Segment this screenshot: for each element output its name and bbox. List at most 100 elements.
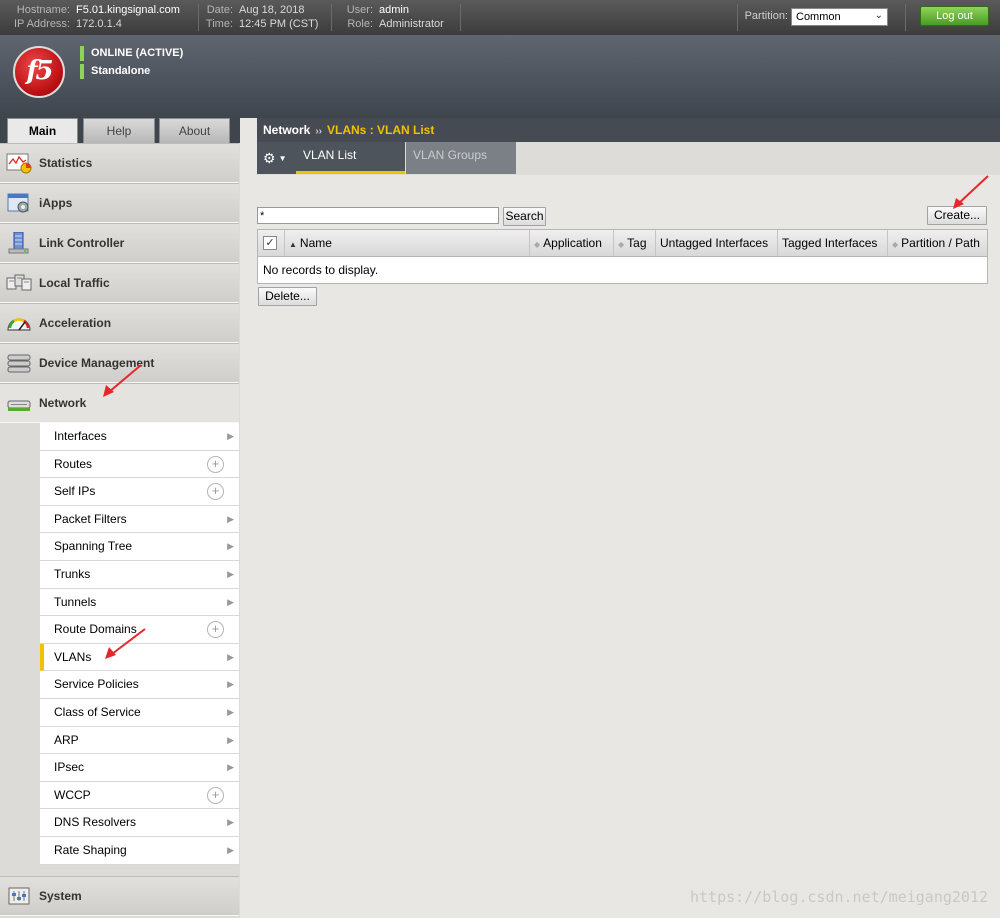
submenu-item-label: Tunnels xyxy=(54,594,97,609)
submenu-item-routes[interactable]: Routes + xyxy=(40,450,239,479)
status-mode: Standalone xyxy=(80,64,150,79)
local-traffic-icon xyxy=(6,274,32,291)
submenu-item-spanning-tree[interactable]: Spanning Tree ▶ xyxy=(40,533,239,561)
submenu-item-arp[interactable]: ARP ▶ xyxy=(40,726,239,755)
breadcrumb-current: VLANs : VLAN List xyxy=(327,123,435,137)
annotation-arrow xyxy=(953,175,989,209)
divider xyxy=(331,4,332,31)
sort-ascending-icon: ▲ xyxy=(289,240,297,249)
submenu-item-ipsec[interactable]: IPsec ▶ xyxy=(40,754,239,782)
hostname-value: F5.01.kingsignal.com xyxy=(76,4,180,16)
submenu-item-self-ips[interactable]: Self IPs + xyxy=(40,478,239,506)
sidebar-item-label: Local Traffic xyxy=(39,276,110,290)
time-label: Time: xyxy=(205,18,233,30)
partition-label: Partition: xyxy=(744,10,788,22)
submenu-item-label: DNS Resolvers xyxy=(54,815,137,830)
submenu-item-interfaces[interactable]: Interfaces ▶ xyxy=(40,423,239,451)
column-header-tag[interactable]: ◆ Tag xyxy=(614,230,656,256)
user-label: User: xyxy=(346,4,373,16)
time-value: 12:45 PM (CST) xyxy=(239,18,319,30)
status-online: ONLINE (ACTIVE) xyxy=(80,46,183,61)
submenu-item-label: VLANs xyxy=(54,649,92,664)
partition-value: Common xyxy=(796,11,841,23)
ip-label: IP Address: xyxy=(13,18,70,30)
submenu-item-rate-shaping[interactable]: Rate Shaping ▶ xyxy=(40,836,239,865)
plus-circle-icon[interactable]: + xyxy=(207,483,224,501)
datetime-info: Date: Aug 18, 2018 Time: 12:45 PM (CST) xyxy=(204,3,319,31)
submenu-item-label: Routes xyxy=(54,456,93,471)
sort-icon: ◆ xyxy=(892,240,899,249)
divider xyxy=(460,4,461,31)
gear-icon: ⚙ xyxy=(263,150,276,166)
submenu-item-tunnels[interactable]: Tunnels ▶ xyxy=(40,588,239,617)
submenu-item-service-policies[interactable]: Service Policies ▶ xyxy=(40,671,239,699)
tab-main[interactable]: Main xyxy=(7,118,78,143)
submenu-item-packet-filters[interactable]: Packet Filters ▶ xyxy=(40,505,239,534)
submenu-item-label: Class of Service xyxy=(54,704,141,719)
sidebar-item-label: Acceleration xyxy=(39,316,112,330)
plus-circle-icon[interactable]: + xyxy=(207,786,224,804)
caret-down-icon: ▼ xyxy=(278,154,287,164)
sidebar-item-iapps[interactable]: iApps xyxy=(0,183,239,223)
submenu-item-dns-resolvers[interactable]: DNS Resolvers ▶ xyxy=(40,809,239,837)
watermark: https://blog.csdn.net/meigang2012 xyxy=(689,888,988,906)
sidebar-item-statistics[interactable]: Statistics xyxy=(0,143,239,183)
column-header-tagged-interfaces: Tagged Interfaces xyxy=(778,230,888,256)
plus-circle-icon[interactable]: + xyxy=(207,455,224,473)
tab-vlan-groups[interactable]: VLAN Groups xyxy=(406,142,516,174)
sidebar-item-label: iApps xyxy=(39,196,73,210)
sidebar-item-acceleration[interactable]: Acceleration xyxy=(0,303,239,343)
sidebar-item-label: Link Controller xyxy=(39,236,125,250)
submenu-item-class-of-service[interactable]: Class of Service ▶ xyxy=(40,698,239,727)
sort-icon: ◆ xyxy=(534,240,541,249)
chevron-right-icon: ▶ xyxy=(227,844,234,855)
chevron-right-icon: ▶ xyxy=(227,706,234,717)
submenu-item-trunks[interactable]: Trunks ▶ xyxy=(40,560,239,589)
role-label: Role: xyxy=(347,18,373,30)
iapps-icon xyxy=(7,193,29,213)
submenu-item-label: Service Policies xyxy=(54,677,139,692)
ip-value: 172.0.1.4 xyxy=(76,18,122,30)
divider xyxy=(905,4,906,31)
sidebar-item-system[interactable]: System xyxy=(0,876,239,916)
partition-select[interactable]: Common ⌄ xyxy=(791,8,888,26)
breadcrumb-separator: ›› xyxy=(315,126,323,137)
device-management-icon xyxy=(7,354,31,373)
vlan-table: ✓ ▲ Name ◆ Application ◆ Tag Untagged Inter… xyxy=(257,229,988,284)
logout-button[interactable]: Log out xyxy=(920,6,989,26)
chevron-right-icon: ▶ xyxy=(227,596,234,607)
sidebar-item-local-traffic[interactable]: Local Traffic xyxy=(0,263,239,303)
tab-help[interactable]: Help xyxy=(83,118,155,143)
submenu-item-label: IPsec xyxy=(54,760,85,775)
submenu-item-wccp[interactable]: WCCP + xyxy=(40,781,239,810)
column-header-name[interactable]: ▲ Name xyxy=(285,230,530,256)
chevron-right-icon: ▶ xyxy=(227,541,234,552)
column-header-application[interactable]: ◆ Application xyxy=(530,230,614,256)
delete-button[interactable]: Delete... xyxy=(258,287,317,306)
search-input[interactable] xyxy=(257,207,499,224)
chevron-right-icon: ▶ xyxy=(227,679,234,690)
sidebar-item-label: Statistics xyxy=(39,156,93,170)
header-banner: f5 ONLINE (ACTIVE) Standalone xyxy=(0,35,1000,118)
select-all-checkbox[interactable]: ✓ xyxy=(263,236,277,250)
sidebar-item-link-controller[interactable]: Link Controller xyxy=(0,223,239,263)
plus-circle-icon[interactable]: + xyxy=(207,621,224,639)
submenu-item-label: Trunks xyxy=(54,566,91,581)
gear-menu-button[interactable]: ⚙ ▼ xyxy=(257,142,296,174)
chevron-right-icon: ▶ xyxy=(227,651,234,662)
search-button[interactable]: Search xyxy=(503,207,546,226)
submenu-item-label: Rate Shaping xyxy=(54,842,127,857)
hostname-label: Hostname: xyxy=(16,4,70,16)
select-all-column: ✓ xyxy=(258,230,285,256)
tab-about[interactable]: About xyxy=(159,118,230,143)
breadcrumb-section[interactable]: Network xyxy=(263,123,310,137)
column-header-partition-path[interactable]: ◆ Partition / Path xyxy=(888,230,987,256)
user-value: admin xyxy=(379,4,409,16)
submenu-item-label: Packet Filters xyxy=(54,511,127,526)
chevron-right-icon: ▶ xyxy=(227,762,234,773)
network-icon xyxy=(7,400,31,411)
tab-vlan-list[interactable]: VLAN List xyxy=(296,142,405,174)
submenu-item-label: ARP xyxy=(54,732,79,747)
date-label: Date: xyxy=(206,4,233,16)
submenu-item-label: Self IPs xyxy=(54,484,96,499)
